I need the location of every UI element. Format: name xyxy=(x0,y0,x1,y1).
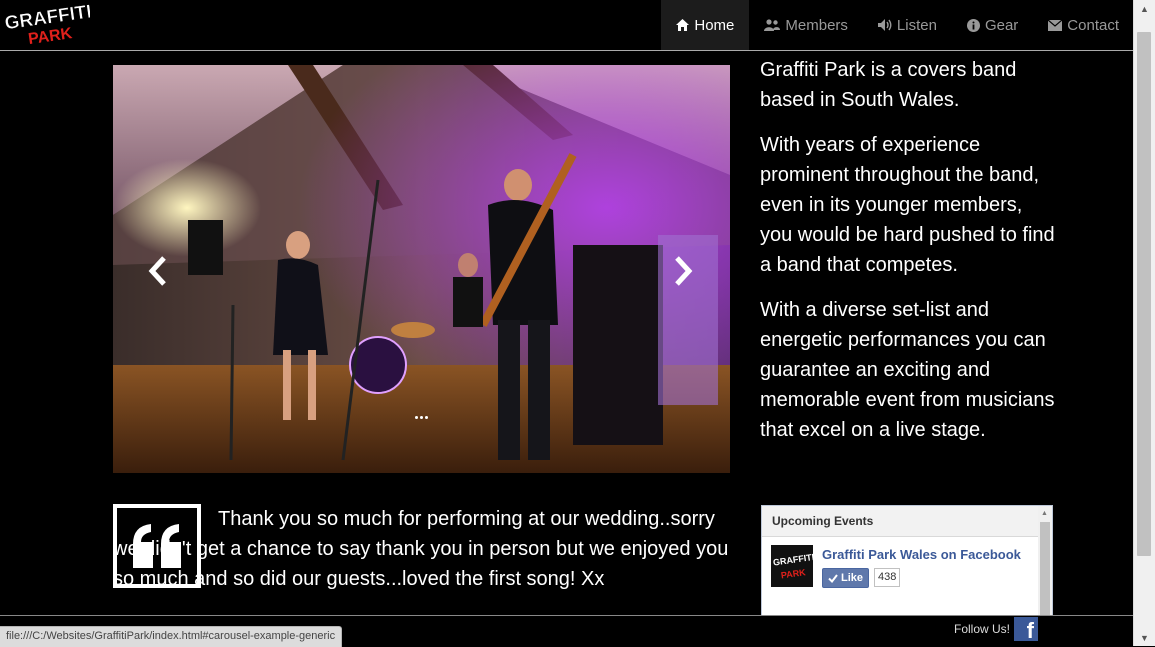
like-count: 438 xyxy=(874,568,901,587)
status-bar-url: file:///C:/Websites/GraffitiPark/index.h… xyxy=(0,626,343,647)
facebook-icon[interactable]: f xyxy=(1014,617,1038,642)
scroll-up-arrow-icon[interactable]: ▲ xyxy=(1041,510,1048,517)
carousel-indicators[interactable] xyxy=(415,416,428,419)
nav-listen[interactable]: Listen xyxy=(863,0,952,50)
info-circle-icon xyxy=(966,18,980,32)
carousel-prev-button[interactable] xyxy=(143,253,173,289)
scroll-down-arrow-icon[interactable]: ▼ xyxy=(1134,629,1155,646)
chevron-left-icon xyxy=(148,256,166,286)
page-thumbnail[interactable]: GRAFFITI PARK xyxy=(771,545,815,587)
like-label: Like xyxy=(841,572,864,584)
nav-home-label: Home xyxy=(694,16,735,34)
events-title: Upcoming Events xyxy=(762,506,1052,537)
nav-contact-label: Contact xyxy=(1067,16,1119,34)
quote-icon xyxy=(113,504,201,588)
nav-members-label: Members xyxy=(785,16,848,34)
nav-listen-label: Listen xyxy=(896,16,937,34)
follow-us-label: Follow Us! xyxy=(954,622,1011,636)
page-scrollbar[interactable]: ▲ ▼ xyxy=(1133,0,1155,646)
like-button[interactable]: Like xyxy=(822,568,870,588)
scroll-thumb[interactable] xyxy=(1137,32,1151,556)
nav-contact[interactable]: Contact xyxy=(1033,0,1134,50)
nav-gear[interactable]: Gear xyxy=(952,0,1033,50)
home-icon xyxy=(676,19,690,31)
carousel-next-button[interactable] xyxy=(668,253,698,289)
carousel-indicator[interactable] xyxy=(415,416,418,419)
upcoming-events-widget[interactable]: Upcoming Events GRAFFITI PARK Graffiti P… xyxy=(761,505,1053,620)
scroll-up-arrow-icon[interactable]: ▲ xyxy=(1134,0,1155,17)
intro-paragraph-3: With a diverse set-list and energetic pe… xyxy=(760,299,1055,441)
testimonial-quote: Thank you so much for performing at our … xyxy=(113,508,729,590)
intro-text: Graffiti Park is a covers band based in … xyxy=(760,55,1060,460)
graffiti-park-logo[interactable]: GRAFFITI PARK xyxy=(3,1,93,48)
photo-carousel[interactable] xyxy=(113,65,730,473)
navbar: GRAFFITI PARK Home Members Listen Gear C… xyxy=(0,0,1134,51)
carousel-indicator[interactable] xyxy=(420,416,423,419)
envelope-icon xyxy=(1048,19,1063,31)
chevron-right-icon xyxy=(675,256,693,286)
band-performance-photo xyxy=(113,65,730,473)
events-body: GRAFFITI PARK Graffiti Park Wales on Fac… xyxy=(762,537,1052,588)
events-scroll-thumb[interactable] xyxy=(1040,522,1050,617)
volume-icon xyxy=(877,19,892,31)
intro-paragraph-2: With years of experience prominent throu… xyxy=(760,134,1055,276)
nav-members[interactable]: Members xyxy=(749,0,863,50)
nav-gear-label: Gear xyxy=(984,16,1019,34)
nav-home[interactable]: Home xyxy=(661,0,750,50)
carousel-indicator[interactable] xyxy=(425,416,428,419)
check-icon xyxy=(828,573,838,583)
events-scrollbar[interactable]: ▲ xyxy=(1038,506,1052,619)
facebook-page-link[interactable]: Graffiti Park Wales on Facebook xyxy=(822,547,1021,562)
users-icon xyxy=(764,19,781,31)
main-nav: Home Members Listen Gear Contact xyxy=(661,0,1134,50)
intro-paragraph-1: Graffiti Park is a covers band based in … xyxy=(760,59,1017,111)
